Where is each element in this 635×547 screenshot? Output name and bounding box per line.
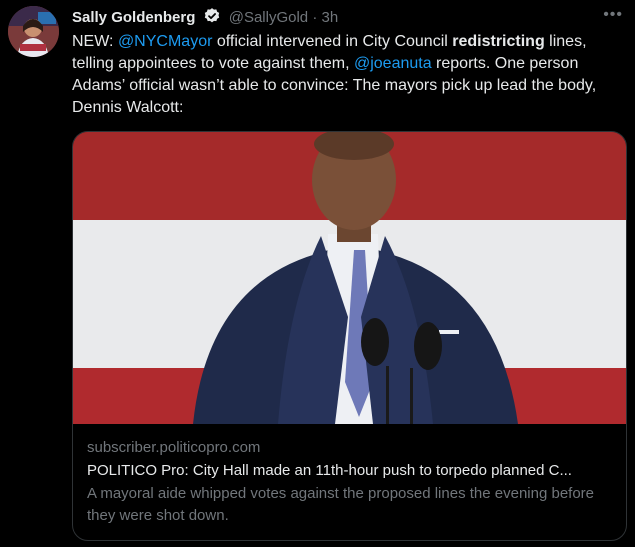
- avatar[interactable]: [8, 6, 59, 57]
- tweet-text-segment: official intervened in City Council: [212, 33, 453, 50]
- more-dots-icon[interactable]: •••: [603, 6, 623, 24]
- tweet-text-bold: redistricting: [452, 33, 545, 50]
- tweet[interactable]: Sally Goldenberg @SallyGold · 3h ••• NEW…: [0, 0, 635, 547]
- header-separator: ·: [312, 9, 318, 26]
- author-name[interactable]: Sally Goldenberg: [72, 9, 195, 26]
- tweet-header: Sally Goldenberg @SallyGold · 3h: [72, 7, 595, 28]
- author-handle[interactable]: @SallyGold: [229, 9, 308, 26]
- mention-joeanuta[interactable]: @joeanuta: [354, 55, 432, 72]
- verified-badge-icon: [204, 8, 219, 23]
- tweet-text: NEW: @NYCMayor official intervened in Ci…: [72, 31, 627, 119]
- avatar-image: [8, 6, 59, 57]
- tweet-timestamp[interactable]: 3h: [322, 9, 339, 26]
- card-meta: subscriber.politicopro.com POLITICO Pro:…: [87, 438, 612, 527]
- card-domain: subscriber.politicopro.com: [87, 439, 261, 456]
- card-description: A mayoral aide whipped votes against the…: [87, 485, 595, 524]
- card-title: POLITICO Pro: City Hall made an 11th-hou…: [87, 462, 572, 479]
- link-card[interactable]: subscriber.politicopro.com POLITICO Pro:…: [72, 131, 627, 541]
- card-image: [73, 132, 626, 424]
- mention-nycmayor[interactable]: @NYCMayor: [118, 33, 212, 50]
- tweet-text-segment: NEW:: [72, 33, 118, 50]
